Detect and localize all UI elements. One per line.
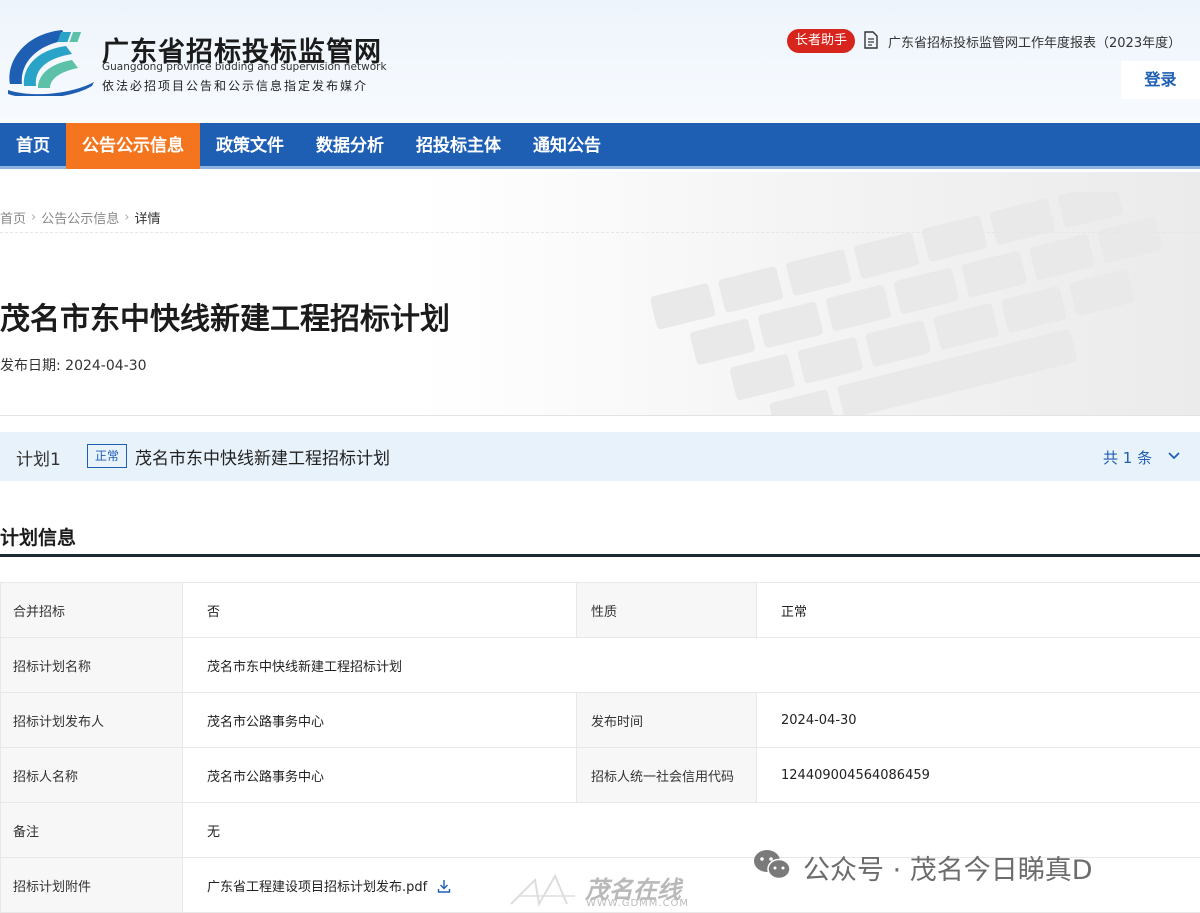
login-button[interactable]: 登录: [1121, 61, 1200, 99]
wechat-watermark-text: 公众号 · 茂名今日睇真D: [803, 855, 1093, 886]
site-header: 广东省招标投标监管网 Guangdong province bidding an…: [0, 0, 1200, 123]
plan-label: 计划1: [16, 450, 61, 470]
publish-time-value: 2024-04-30: [756, 692, 1200, 748]
nav-item-policy[interactable]: 政策文件: [200, 123, 300, 169]
publish-time-label: 发布时间: [576, 692, 757, 748]
table-row: 合并招标 否 性质 正常: [0, 582, 1200, 638]
nature-label: 性质: [576, 582, 757, 638]
wechat-icon: [754, 850, 791, 880]
plan-count[interactable]: 共 1 条: [1103, 447, 1152, 468]
attachment-label: 招标计划附件: [0, 857, 183, 913]
nature-value: 正常: [756, 582, 1200, 638]
merged-bidding-label: 合并招标: [0, 582, 183, 638]
tenderer-value: 茂名市公路事务中心: [182, 747, 577, 803]
plan-name-label: 招标计划名称: [0, 637, 183, 693]
table-row: 招标计划发布人 茂名市公路事务中心 发布时间 2024-04-30: [0, 692, 1200, 748]
merged-bidding-value: 否: [182, 582, 577, 638]
main-nav: 首页 公告公示信息 政策文件 数据分析 招投标主体 通知公告: [0, 123, 1200, 169]
breadcrumb-current: 详情: [134, 212, 161, 227]
credit-code-label: 招标人统一社会信用代码: [576, 747, 757, 803]
section-title: 计划信息: [0, 527, 77, 549]
nav-item-entities[interactable]: 招投标主体: [400, 123, 517, 169]
breadcrumb-divider: [0, 232, 1200, 233]
breadcrumb-home[interactable]: 首页: [0, 208, 26, 227]
plan-name-value: 茂名市东中快线新建工程招标计划: [182, 637, 1200, 693]
credit-code-value: 124409004564086459: [756, 747, 1200, 803]
breadcrumb-separator: ›: [31, 210, 37, 225]
section-divider: [0, 554, 1200, 557]
watermark-site-url: WWW.GDMM.COM: [586, 898, 690, 909]
document-icon: [864, 31, 878, 49]
page-title: 茂名市东中快线新建工程招标计划: [0, 302, 450, 337]
breadcrumb: 首页 › 公告公示信息 › 详情: [0, 208, 160, 227]
chevron-down-icon[interactable]: [1166, 448, 1182, 464]
nav-item-data-analysis[interactable]: 数据分析: [300, 123, 400, 169]
nav-item-home[interactable]: 首页: [0, 123, 66, 169]
breadcrumb-separator: ›: [124, 210, 130, 225]
table-row: 招标人名称 茂名市公路事务中心 招标人统一社会信用代码 124409004564…: [0, 747, 1200, 803]
breadcrumb-announcements[interactable]: 公告公示信息: [41, 208, 119, 227]
elder-assistant-button[interactable]: 长者助手: [787, 29, 856, 53]
site-subtitle-en: Guangdong province bidding and supervisi…: [102, 61, 387, 73]
site-logo-icon[interactable]: [2, 24, 96, 96]
table-row: 招标计划名称 茂名市东中快线新建工程招标计划: [0, 637, 1200, 693]
publish-date: 发布日期: 2024-04-30: [0, 358, 147, 374]
plan-name: 茂名市东中快线新建工程招标计划: [135, 449, 390, 469]
detail-banner: 首页 › 公告公示信息 › 详情 茂名市东中快线新建工程招标计划 发布日期: 2…: [0, 172, 1200, 416]
remark-label: 备注: [0, 802, 183, 858]
download-icon[interactable]: [437, 879, 451, 893]
publisher-value: 茂名市公路事务中心: [182, 692, 577, 748]
publisher-label: 招标计划发布人: [0, 692, 183, 748]
plan-selector-bar[interactable]: 计划1 正常 茂名市东中快线新建工程招标计划 共 1 条: [0, 432, 1200, 481]
tenderer-label: 招标人名称: [0, 747, 183, 803]
nav-item-notices[interactable]: 通知公告: [517, 123, 617, 169]
keyboard-background-image: [650, 192, 1163, 415]
status-badge: 正常: [87, 444, 127, 468]
attachment-link[interactable]: 广东省工程建设项目招标计划发布.pdf: [207, 880, 427, 895]
nav-item-announcements[interactable]: 公告公示信息: [66, 123, 200, 169]
site-slogan: 依法必招项目公告和公示信息指定发布媒介: [102, 79, 369, 93]
annual-report-link[interactable]: 广东省招标投标监管网工作年度报表（2023年度）: [888, 32, 1181, 51]
